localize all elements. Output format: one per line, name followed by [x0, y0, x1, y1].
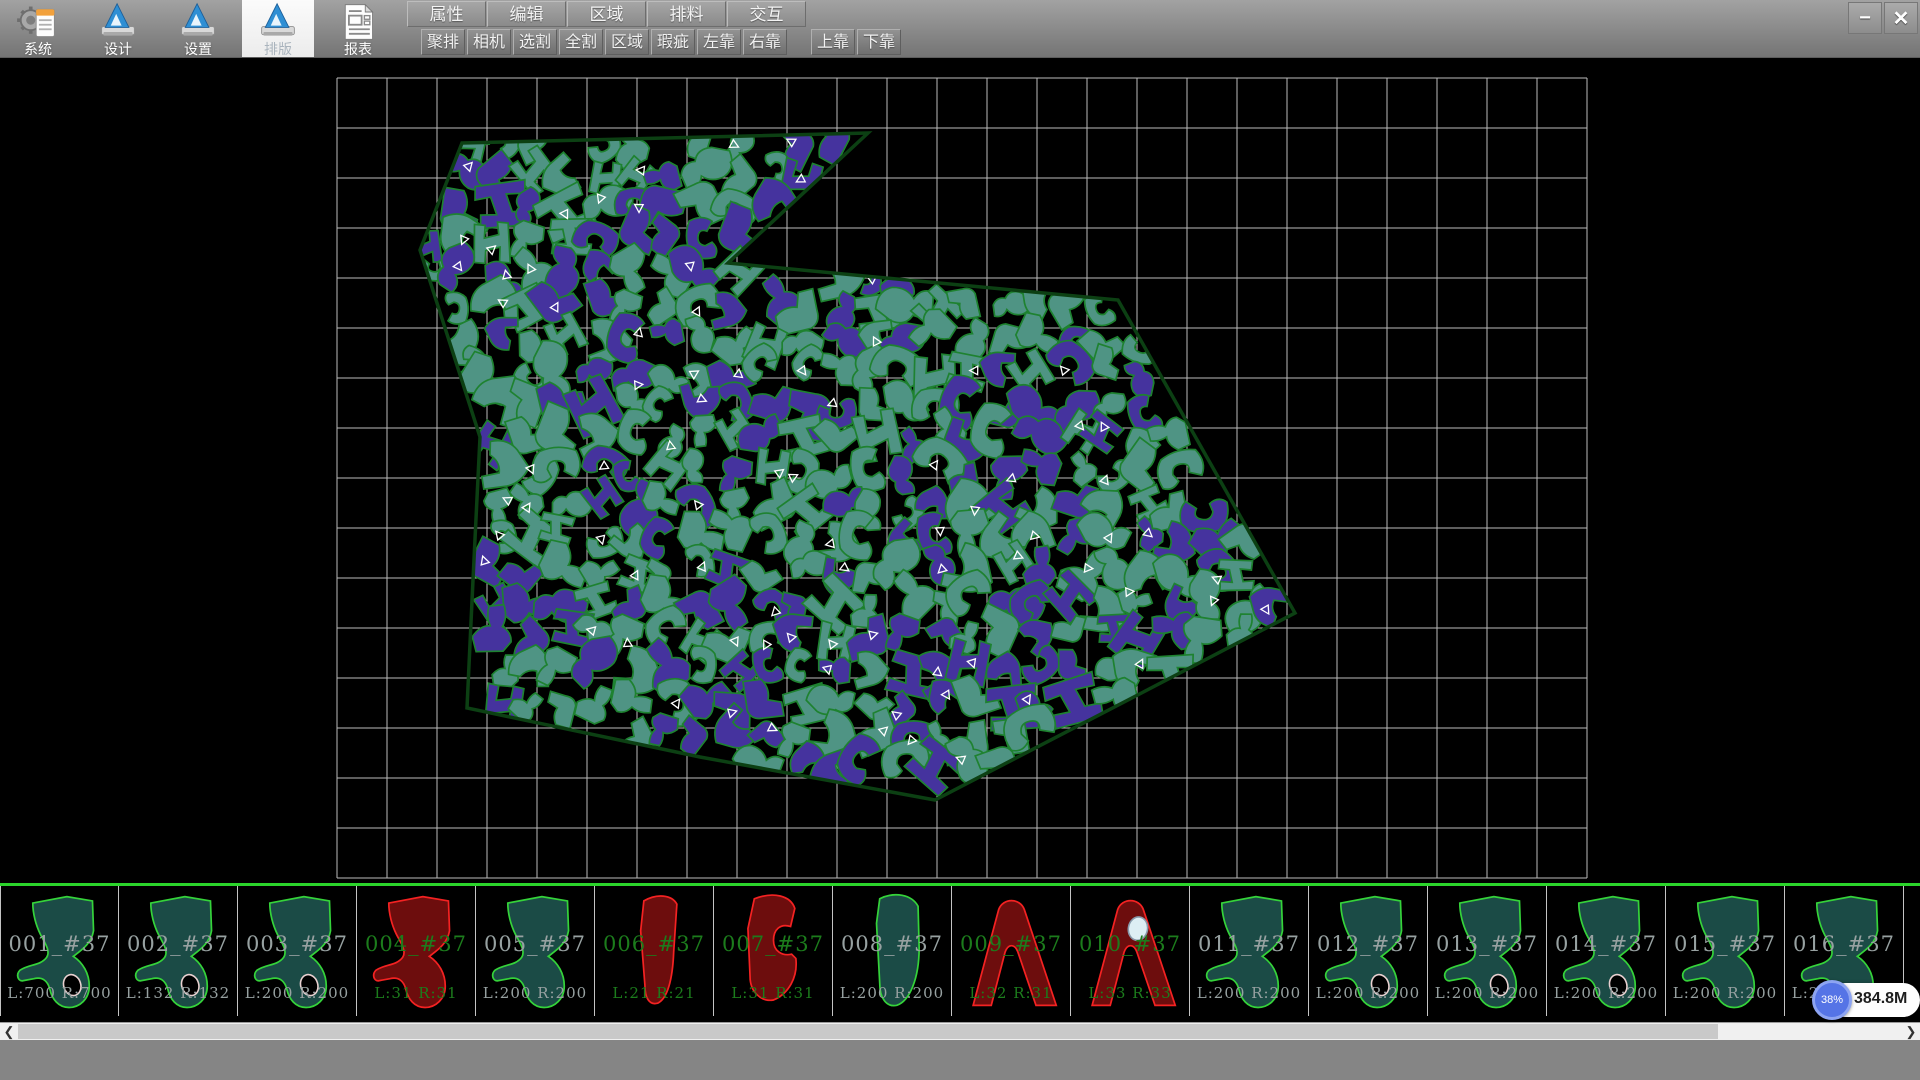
strip-item[interactable]: 005_#37 L:200 R:200 — [476, 886, 595, 1016]
piece-name: 005_#37 — [476, 932, 594, 956]
piece-name: 003_#37 — [238, 932, 356, 956]
strip-scrollbar[interactable]: ❮ ❯ — [0, 1022, 1920, 1040]
tool-button[interactable]: 相机 — [467, 29, 511, 55]
strip-item[interactable]: 014_#37 L:200 R:200 — [1547, 886, 1666, 1016]
main-button-design[interactable]: 设计 — [82, 0, 154, 57]
tool-button[interactable]: 选割 — [513, 29, 557, 55]
window-controls: − ✕ — [1846, 2, 1918, 34]
strip-item[interactable]: 010_#37 L:33 R:33 — [1071, 886, 1190, 1016]
menu-button[interactable]: 属性 — [407, 1, 486, 27]
strip-item[interactable]: 002_#37 L:132 R:132 — [119, 886, 238, 1016]
main-button-label: 报表 — [344, 42, 372, 56]
piece-name: 001_#37 — [1, 932, 118, 956]
piece-name: 009_#37 — [952, 932, 1070, 956]
menu-button[interactable]: 交互 — [727, 1, 806, 27]
status-bar — [0, 1040, 1920, 1080]
piece-lr-count: L:31 R:31 — [714, 984, 832, 1002]
piece-lr-count: L:31 R:31 — [357, 984, 475, 1002]
strip-item[interactable]: 003_#37 L:200 R:200 — [238, 886, 357, 1016]
piece-name: 012_#37 — [1309, 932, 1427, 956]
piece-lr-count: L:200 R:200 — [476, 984, 594, 1002]
piece-lr-count: L:700 R:700 — [1, 984, 118, 1002]
strip-item[interactable]: 006_#37 L:21 R:21 — [595, 886, 714, 1016]
piece-lr-count: L:200 R:200 — [1190, 984, 1308, 1002]
piece-lr-count: L:200 R:200 — [1666, 984, 1784, 1002]
main-button-label: 系统 — [24, 42, 52, 56]
application-window: 系统 设计 设置 — [0, 0, 1920, 1080]
scroll-right-icon[interactable]: ❯ — [1902, 1023, 1920, 1040]
layout-ruler-icon — [256, 2, 300, 42]
strip-item[interactable]: 007_#37 L:31 R:31 — [714, 886, 833, 1016]
scroll-left-icon[interactable]: ❮ — [0, 1023, 18, 1040]
menu-row: 属性编辑区域排料交互 — [407, 1, 807, 28]
tool-button[interactable]: 区域 — [605, 29, 649, 55]
piece-lr-count: L:132 R:132 — [119, 984, 237, 1002]
piece-strip: 001_#37L:700 R:700002_#37L:132 R:132003_… — [0, 883, 1920, 1022]
piece-lr-count: L:21 R:21 — [595, 984, 713, 1002]
piece-lr-count: L:32 R:31 — [952, 984, 1070, 1002]
design-ruler-icon — [96, 2, 140, 42]
strip-item[interactable]: 009_#37 L:32 R:31 — [952, 886, 1071, 1016]
strip-item[interactable]: 011_#37 L:200 R:200 — [1190, 886, 1309, 1016]
scrollbar-thumb[interactable] — [18, 1024, 1718, 1039]
main-button-settings[interactable]: 设置 — [162, 0, 234, 57]
piece-lr-count: L:33 R:33 — [1071, 984, 1189, 1002]
main-button-report[interactable]: 报表 — [322, 0, 394, 57]
tool-button[interactable]: 右靠 — [743, 29, 787, 55]
piece-name: 006_#37 — [595, 932, 713, 956]
nested-pieces — [407, 112, 1291, 804]
main-button-label: 设置 — [184, 42, 212, 56]
piece-name: 008_#37 — [833, 932, 951, 956]
tool-button[interactable]: 上靠 — [811, 29, 855, 55]
close-button[interactable]: ✕ — [1884, 2, 1918, 34]
piece-name: 002_#37 — [119, 932, 237, 956]
system-gear-icon — [16, 2, 60, 42]
piece-lr-count: L:200 R:200 — [1428, 984, 1546, 1002]
report-document-icon — [336, 2, 380, 42]
main-button-label: 设计 — [104, 42, 132, 56]
strip-item[interactable]: 004_#37 L:31 R:31 — [357, 886, 476, 1016]
strip-item[interactable]: 008_#37 L:200 R:200 — [833, 886, 952, 1016]
piece-name: 007_#37 — [714, 932, 832, 956]
menu-button[interactable]: 编辑 — [487, 1, 566, 27]
tool-button[interactable]: 聚排 — [421, 29, 465, 55]
strip-item[interactable]: 012_#37 L:200 R:200 — [1309, 886, 1428, 1016]
tool-button[interactable]: 下靠 — [857, 29, 901, 55]
piece-lr-count: L:200 R:200 — [1309, 984, 1427, 1002]
piece-lr-count: L:200 R:200 — [1547, 984, 1665, 1002]
main-button-bar: 系统 设计 设置 — [2, 0, 402, 57]
menu-button[interactable]: 区域 — [567, 1, 646, 27]
piece-name: 015_#37 — [1666, 932, 1784, 956]
main-button-label: 排版 — [264, 42, 292, 56]
piece-name: 011_#37 — [1190, 932, 1308, 956]
cpu-percent-value: 38% — [1821, 994, 1843, 1006]
main-button-layout[interactable]: 排版 — [242, 0, 314, 57]
strip-item[interactable]: 015_#37 L:200 R:200 — [1666, 886, 1785, 1016]
settings-ruler-icon — [176, 2, 220, 42]
menu-button[interactable]: 排料 — [647, 1, 726, 27]
memory-value: 384.8M — [1854, 990, 1907, 1008]
cpu-percent-ball[interactable]: 38% — [1812, 980, 1852, 1020]
piece-name: 013_#37 — [1428, 932, 1546, 956]
strip-item[interactable]: 001_#37 L:700 R:700 — [0, 886, 119, 1016]
tool-button[interactable]: 全割 — [559, 29, 603, 55]
toolbar: 系统 设计 设置 — [0, 0, 1920, 58]
minimize-button[interactable]: − — [1848, 2, 1882, 34]
piece-lr-count: L:200 R:200 — [833, 984, 951, 1002]
tool-button[interactable]: 左靠 — [697, 29, 741, 55]
strip-item[interactable]: 013_#37 L:200 R:200 — [1428, 886, 1547, 1016]
tool-button[interactable]: 瑕疵 — [651, 29, 695, 55]
memory-usage-widget[interactable]: 384.8M 38% — [1812, 980, 1920, 1021]
main-button-system[interactable]: 系统 — [2, 0, 74, 57]
piece-name: 010_#37 — [1071, 932, 1189, 956]
nesting-canvas[interactable] — [0, 57, 1920, 883]
piece-name: 004_#37 — [357, 932, 475, 956]
piece-name: 014_#37 — [1547, 932, 1665, 956]
piece-lr-count: L:200 R:200 — [238, 984, 356, 1002]
piece-name: 016_#37 — [1785, 932, 1903, 956]
nesting-view — [0, 57, 1920, 883]
tool-row: 聚排相机选割全割区域瑕疵左靠右靠上靠下靠 — [421, 29, 903, 56]
